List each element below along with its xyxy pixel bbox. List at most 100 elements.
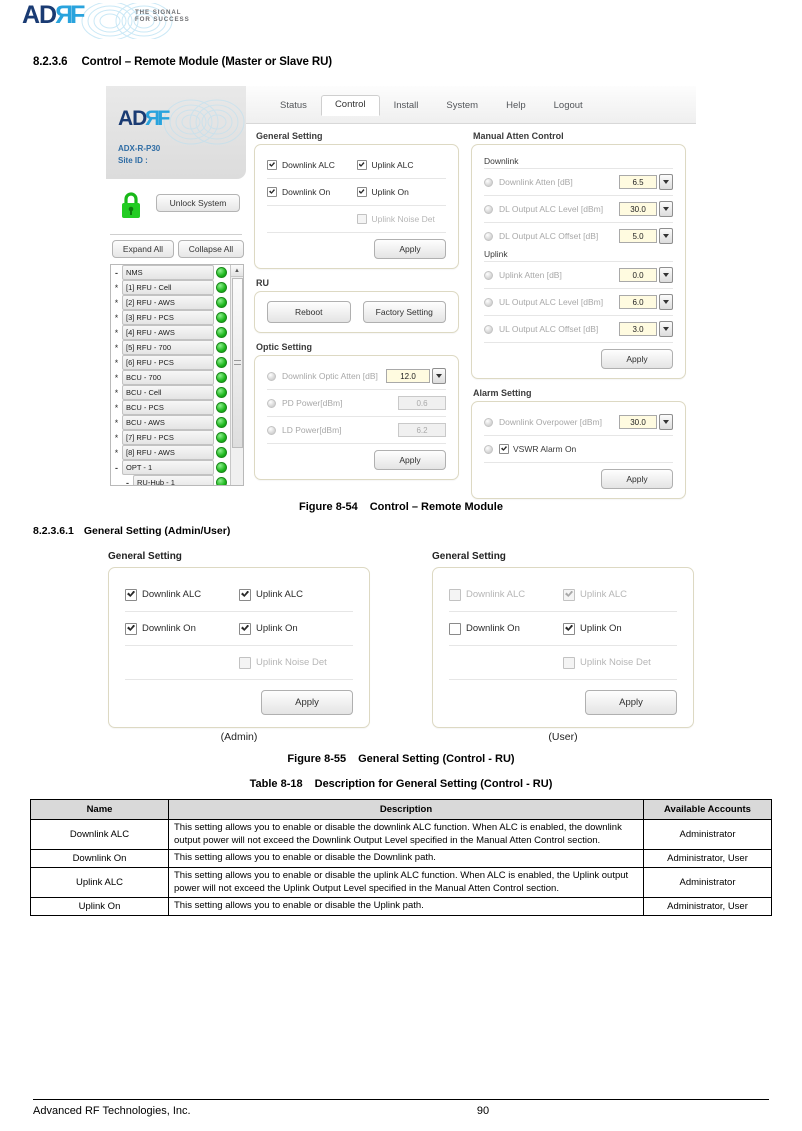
alarm-setting-apply-button[interactable]: Apply	[601, 469, 673, 489]
manual-atten-row-ul-output-alc-offset: UL Output ALC Offset [dB] 3.0	[484, 318, 673, 340]
tree-toggle-icon[interactable]: -	[111, 463, 122, 473]
collapse-all-button[interactable]: Collapse All	[178, 240, 244, 258]
dl-output-alc-offset-input[interactable]: 5.0	[619, 229, 657, 243]
scroll-up-arrow[interactable]: ▲	[231, 265, 243, 277]
menu-item-install[interactable]: Install	[380, 96, 433, 116]
tree-node[interactable]: - OPT - 1	[111, 460, 229, 475]
ul-output-alc-level-label: UL Output ALC Level [dBm]	[499, 297, 604, 307]
checkbox-downlink-alc[interactable]: Downlink ALC	[267, 160, 357, 170]
figure-8-55-user-unit: General Setting Downlink ALC Uplink ALC …	[432, 551, 694, 728]
tree-scrollbar[interactable]: ▲	[230, 265, 243, 485]
checkbox-downlink-on[interactable]: Downlink On	[267, 187, 357, 197]
user-apply-button[interactable]: Apply	[585, 690, 677, 715]
checkbox-downlink-alc-box[interactable]	[267, 160, 277, 170]
figure-8-55-admin-unit: General Setting Downlink ALC Uplink ALC …	[108, 551, 370, 728]
tree-node[interactable]: * BCU - Cell	[111, 385, 229, 400]
uplink-atten-input[interactable]: 0.0	[619, 268, 657, 282]
factory-setting-button[interactable]: Factory Setting	[362, 301, 446, 323]
checkbox-uplink-alc-box[interactable]	[356, 160, 367, 170]
chevron-down-icon[interactable]	[659, 228, 673, 244]
downlink-atten-value-group[interactable]: 6.5	[619, 174, 673, 190]
general-setting-row: Downlink ALC Uplink ALC	[267, 154, 446, 176]
ul-output-alc-offset-input[interactable]: 3.0	[619, 322, 657, 336]
tree-node[interactable]: * [3] RFU - PCS	[111, 310, 229, 325]
tree-leaf-star-icon: *	[114, 372, 119, 383]
section-heading: 8.2.3.6 Control – Remote Module (Master o…	[33, 56, 802, 68]
user-checkbox-downlink-on-box[interactable]	[449, 622, 461, 635]
unlock-system-button[interactable]: Unlock System	[156, 194, 240, 212]
admin-checkbox-uplink-on[interactable]: Uplink On	[239, 622, 353, 635]
tree-toggle-icon[interactable]: -	[111, 268, 122, 278]
device-tree[interactable]: - NMS * [1] RFU - Cell * [2] RFU - AWS * [3] RF…	[110, 264, 244, 486]
tree-node[interactable]: * [1] RFU - Cell	[111, 280, 229, 295]
admin-checkbox-downlink-on-box[interactable]	[125, 622, 137, 635]
menu-item-status[interactable]: Status	[266, 96, 321, 116]
optic-downlink-atten-input[interactable]: 12.0	[386, 369, 430, 383]
menu-item-help[interactable]: Help	[492, 96, 540, 116]
manual-atten-apply-button[interactable]: Apply	[601, 349, 673, 369]
tree-node[interactable]: * BCU - PCS	[111, 400, 229, 415]
menu-item-logout[interactable]: Logout	[540, 96, 597, 116]
ul-output-alc-offset-value-group[interactable]: 3.0	[619, 321, 673, 337]
dl-output-alc-offset-value-group[interactable]: 5.0	[619, 228, 673, 244]
downlink-atten-input[interactable]: 6.5	[619, 175, 657, 189]
vswr-alarm-label: VSWR Alarm On	[513, 444, 577, 454]
admin-checkbox-uplink-alc[interactable]: Uplink ALC	[239, 588, 353, 601]
admin-checkbox-uplink-alc-box[interactable]	[239, 588, 251, 601]
optic-setting-apply-button[interactable]: Apply	[374, 450, 446, 470]
user-checkbox-uplink-on[interactable]: Uplink On	[563, 622, 677, 635]
chevron-down-icon[interactable]	[432, 368, 446, 384]
chevron-down-icon[interactable]	[659, 294, 673, 310]
user-checkbox-downlink-on[interactable]: Downlink On	[449, 622, 563, 635]
chevron-down-icon[interactable]	[659, 174, 673, 190]
tree-node[interactable]: * [4] RFU - AWS	[111, 325, 229, 340]
ul-output-alc-level-input[interactable]: 6.0	[619, 295, 657, 309]
status-led-icon	[216, 342, 227, 353]
admin-checkbox-downlink-alc-box[interactable]	[125, 588, 137, 601]
tree-node[interactable]: * [7] RFU - PCS	[111, 430, 229, 445]
checkbox-downlink-on-box[interactable]	[267, 187, 277, 197]
dl-output-alc-level-input[interactable]: 30.0	[619, 202, 657, 216]
menu-item-system[interactable]: System	[432, 96, 492, 116]
admin-checkbox-uplink-on-box[interactable]	[239, 622, 251, 635]
uplink-atten-value-group[interactable]: 0.0	[619, 267, 673, 283]
user-checkbox-downlink-alc-box	[449, 588, 461, 601]
admin-checkbox-downlink-on[interactable]: Downlink On	[125, 622, 239, 635]
dl-output-alc-level-value-group[interactable]: 30.0	[619, 201, 673, 217]
checkbox-uplink-on-box[interactable]	[356, 187, 367, 197]
tree-node-label: BCU - PCS	[122, 400, 214, 415]
user-checkbox-uplink-on-box[interactable]	[563, 622, 575, 635]
checkbox-uplink-on[interactable]: Uplink On	[356, 187, 447, 197]
optic-pd-power-value: 0.6	[398, 396, 446, 410]
tree-node[interactable]: - NMS	[111, 265, 229, 280]
tree-node[interactable]: * [6] RFU - PCS	[111, 355, 229, 370]
expand-all-button[interactable]: Expand All	[112, 240, 174, 258]
general-setting-apply-button[interactable]: Apply	[374, 239, 446, 259]
tree-node[interactable]: * BCU - AWS	[111, 415, 229, 430]
chevron-down-icon[interactable]	[659, 414, 673, 430]
ul-output-alc-level-value-group[interactable]: 6.0	[619, 294, 673, 310]
checkbox-uplink-alc[interactable]: Uplink ALC	[356, 160, 447, 170]
admin-checkbox-downlink-on-label: Downlink On	[142, 623, 196, 634]
downlink-overpower-value-group[interactable]: 30.0	[619, 414, 673, 430]
chevron-down-icon[interactable]	[659, 321, 673, 337]
tree-toggle-icon[interactable]: -	[122, 478, 133, 486]
optic-pd-power-label: PD Power[dBm]	[282, 398, 343, 408]
general-setting-panel: Downlink ALC Uplink ALC Downlink On Upli…	[254, 144, 459, 269]
optic-downlink-atten-value-group[interactable]: 12.0	[386, 368, 446, 384]
checkbox-vswr-alarm-box[interactable]	[499, 444, 509, 454]
device-logo-ad-text: AD	[118, 107, 147, 130]
tree-node[interactable]: * BCU - 700	[111, 370, 229, 385]
downlink-overpower-input[interactable]: 30.0	[619, 415, 657, 429]
chevron-down-icon[interactable]	[659, 201, 673, 217]
admin-apply-button[interactable]: Apply	[261, 690, 353, 715]
tree-leaf-star-icon: *	[114, 417, 119, 428]
menu-item-control[interactable]: Control	[320, 95, 380, 116]
admin-checkbox-downlink-alc[interactable]: Downlink ALC	[125, 588, 239, 601]
tree-node[interactable]: * [5] RFU - 700	[111, 340, 229, 355]
tree-node[interactable]: - RU-Hub - 1	[111, 475, 229, 486]
tree-node[interactable]: * [8] RFU - AWS	[111, 445, 229, 460]
chevron-down-icon[interactable]	[659, 267, 673, 283]
tree-node[interactable]: * [2] RFU - AWS	[111, 295, 229, 310]
reboot-button[interactable]: Reboot	[267, 301, 351, 323]
